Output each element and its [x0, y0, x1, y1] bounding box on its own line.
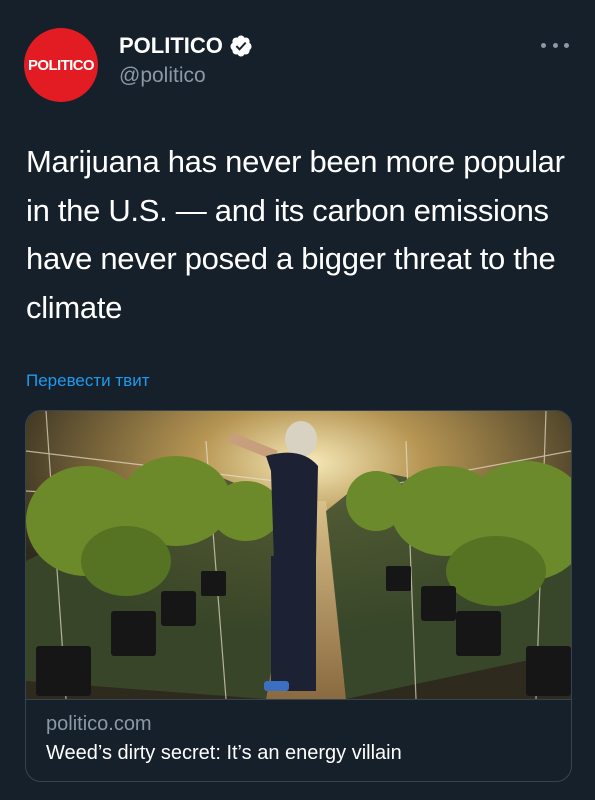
link-preview-card[interactable]: politico.com Weed’s dirty secret: It’s a… [25, 410, 572, 782]
card-title[interactable]: Weed’s dirty secret: It’s an energy vill… [46, 742, 402, 765]
verified-badge-icon [230, 35, 252, 57]
card-domain: politico.com [46, 713, 152, 735]
more-icon[interactable] [541, 38, 569, 52]
display-name[interactable]: POLITICO [119, 33, 223, 59]
more-dot [541, 42, 546, 48]
more-dot [552, 42, 558, 48]
tweet-text: Marijuana has never been more popular in… [26, 144, 565, 325]
author-handle[interactable]: @politico [119, 64, 206, 88]
card-image [26, 411, 571, 699]
card-divider [26, 699, 571, 700]
tweet: POLITICO POLITICO @politico Marijuana ha… [0, 0, 595, 800]
avatar[interactable]: POLITICO [24, 28, 98, 102]
more-dot [564, 42, 569, 48]
author-name-row: POLITICO [119, 33, 253, 59]
avatar-logo-text: POLITICO [27, 56, 95, 74]
translate-tweet-link[interactable]: Перевести твит [26, 371, 149, 391]
